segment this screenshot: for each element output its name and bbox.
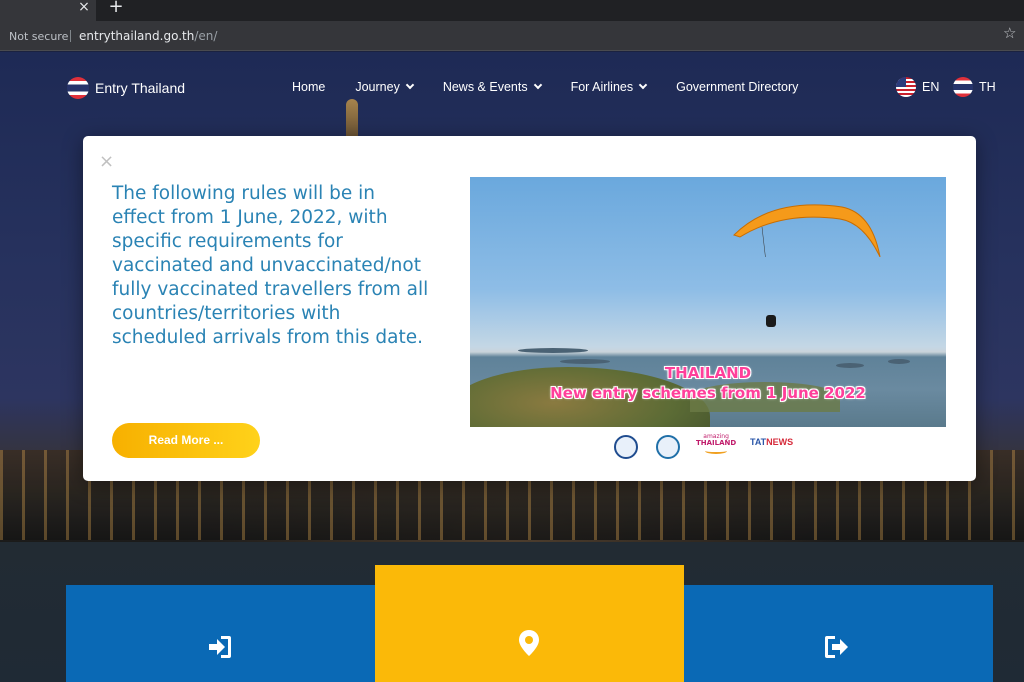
nav-journey[interactable]: Journey <box>355 78 415 96</box>
nav-label: For Airlines <box>570 80 634 94</box>
sign-out-icon <box>825 636 848 658</box>
url-text[interactable]: entrythailand.go.th/en/ <box>79 29 217 43</box>
logo-text: Entry Thailand <box>95 80 186 96</box>
language-th[interactable]: TH <box>953 77 996 97</box>
chevron-down-icon <box>405 80 415 90</box>
nav-government-directory[interactable]: Government Directory <box>676 78 798 96</box>
news-text: NEWS <box>766 437 794 447</box>
announcement-text: The following rules will be in effect fr… <box>112 183 429 348</box>
map-pin-icon <box>519 630 539 656</box>
paraglider-pilot-icon <box>766 315 776 327</box>
page-background: Entry Thailand Home Journey News & Event… <box>0 52 1024 682</box>
paragliding-photo: THAILAND New entry schemes from 1 June 2… <box>470 177 946 427</box>
thai-flag-icon <box>67 77 89 99</box>
star-icon[interactable]: ☆ <box>1003 24 1016 42</box>
nav-label: Journey <box>355 80 400 94</box>
chevron-down-icon <box>638 80 648 90</box>
amazing-thailand-logo: amazing THAILAND <box>696 433 736 454</box>
nav-news-events[interactable]: News & Events <box>442 78 542 96</box>
promo-headline-line2: New entry schemes from 1 June 2022 <box>550 384 866 402</box>
browser-toolbar: Not secure entrythailand.go.th/en/ ☆ <box>0 21 1024 51</box>
announcement-modal: × The following rules will be in effect … <box>83 136 976 481</box>
tat-text: TAT <box>750 437 767 447</box>
language-code: EN <box>922 80 940 94</box>
nav-label: News & Events <box>442 80 528 94</box>
tat-news-logo: TATNEWS <box>750 437 793 447</box>
tile-exit[interactable] <box>684 585 993 682</box>
url-path: /en/ <box>194 29 218 43</box>
us-flag-icon <box>896 77 916 97</box>
promo-headline: THAILAND New entry schemes from 1 June 2… <box>470 363 946 403</box>
url-domain: entrythailand.go.th <box>79 29 195 43</box>
close-icon[interactable]: × <box>99 153 114 171</box>
ministry-seal-icon <box>614 435 638 459</box>
smile-mark-icon <box>705 448 728 454</box>
temple-spire-decoration <box>346 99 358 137</box>
browser-tab-strip: × + <box>0 0 1024 21</box>
paraglider-wing-icon <box>733 204 881 257</box>
browser-tab[interactable]: × <box>0 0 96 21</box>
new-tab-button[interactable]: + <box>106 0 126 17</box>
nav-label: Government Directory <box>676 80 799 94</box>
thai-flag-icon <box>953 77 973 97</box>
nav-label: Home <box>292 80 326 94</box>
ministry-emblem-icon <box>656 435 680 459</box>
tile-location[interactable] <box>375 565 684 682</box>
partner-logos: amazing THAILAND TATNEWS <box>610 433 810 461</box>
address-bar[interactable]: Not secure entrythailand.go.th/en/ <box>0 24 1024 48</box>
promo-banner[interactable]: THAILAND New entry schemes from 1 June 2… <box>470 177 946 467</box>
site-logo[interactable]: Entry Thailand <box>67 76 185 100</box>
island-decoration <box>518 348 588 353</box>
tab-close-icon[interactable]: × <box>76 0 92 16</box>
tile-entry[interactable] <box>66 585 375 682</box>
sign-in-icon <box>209 636 231 658</box>
nav-home[interactable]: Home <box>292 78 325 96</box>
chevron-down-icon <box>533 80 542 90</box>
read-more-button[interactable]: Read More ... <box>112 423 260 458</box>
divider <box>70 30 71 42</box>
security-indicator[interactable]: Not secure <box>9 30 68 43</box>
language-code: TH <box>979 80 996 94</box>
promo-headline-line1: THAILAND <box>664 364 752 382</box>
nav-for-airlines[interactable]: For Airlines <box>570 78 648 96</box>
amazing-big-text: THAILAND <box>696 439 737 447</box>
main-nav: Home Journey News & Events For Airlines … <box>292 78 828 96</box>
language-en[interactable]: EN <box>896 77 939 97</box>
